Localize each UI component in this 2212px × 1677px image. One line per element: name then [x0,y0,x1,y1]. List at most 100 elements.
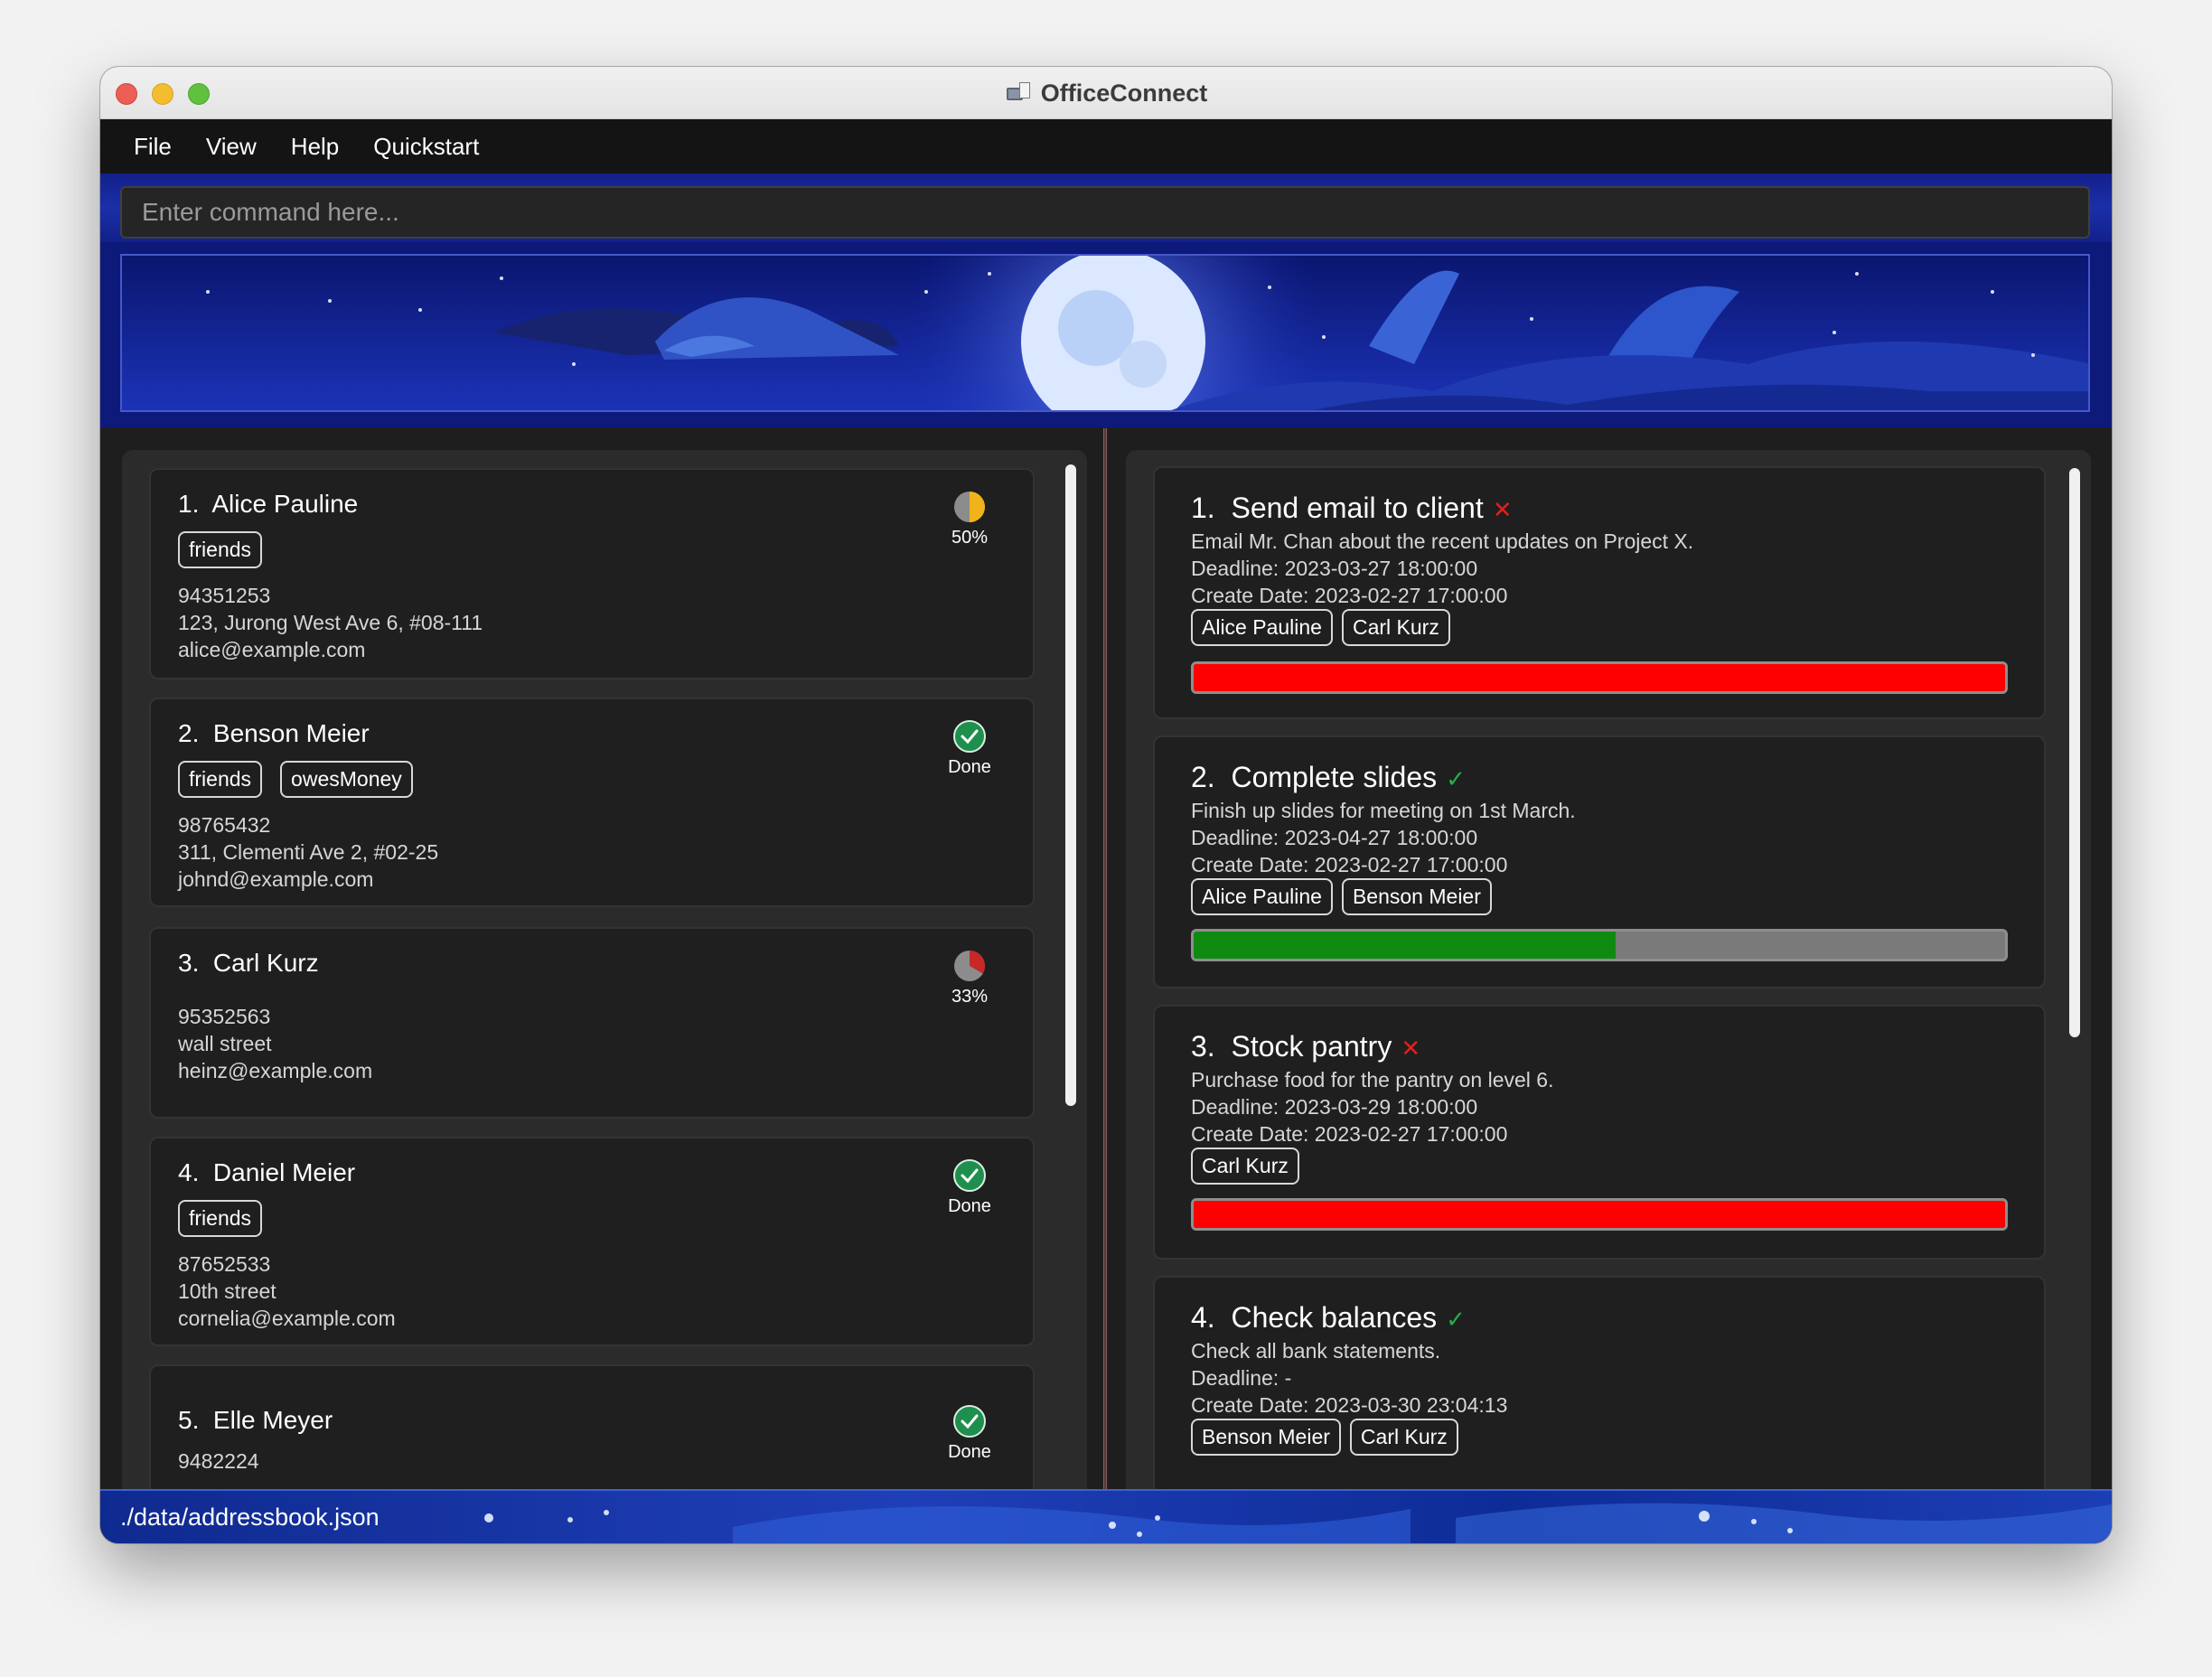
person-details: 94351253 123, Jurong West Ave 6, #08-111… [178,582,483,663]
menu-quickstart[interactable]: Quickstart [373,133,479,161]
status-bar: ./data/addressbook.json [100,1489,2112,1543]
status-label: 50% [951,528,989,548]
person-card[interactable]: 3. Carl Kurz 95352563 wall street heinz@… [149,927,1035,1119]
menu-help[interactable]: Help [291,133,339,161]
task-create-date: Create Date: 2023-02-27 17:00:00 [1191,584,1508,607]
task-title: 2. Complete slides ✓ [1191,761,1466,793]
task-card[interactable]: 1. Send email to client ✕ Email Mr. Chan … [1153,466,2046,719]
person-phone: 98765432 [178,813,271,837]
task-completion-status: Done [933,1404,1006,1463]
person-phone: 95352563 [178,1005,271,1028]
task-card[interactable]: 3. Stock pantry ✕ Purchase food for the p… [1153,1005,2046,1260]
person-card[interactable]: 2. Benson Meier friends owesMoney 987654… [149,698,1035,907]
status-label: Done [948,1442,991,1462]
status-label: Done [948,757,991,777]
person-list-scrollbar[interactable] [1065,464,1076,1106]
status-label: 33% [951,987,989,1007]
menu-file[interactable]: File [134,133,172,161]
person-tags: friends [178,531,263,568]
app-icon [1005,80,1032,106]
command-area [100,173,2112,242]
person-email: heinz@example.com [178,1059,373,1082]
task-list-panel: 1. Send email to client ✕ Email Mr. Chan … [1126,450,2091,1540]
task-list-scrollbar[interactable] [2069,468,2080,1037]
done-check-icon [953,720,986,753]
assignee-tag: Carl Kurz [1341,609,1450,646]
person-name: 3. Carl Kurz [178,949,319,977]
person-address: 311, Clementi Ave 2, #02-25 [178,840,439,864]
person-name: 4. Daniel Meier [178,1158,356,1186]
assignee-tag: Benson Meier [1191,1419,1341,1456]
assignee-tag: Carl Kurz [1191,1148,1299,1185]
task-details: Email Mr. Chan about the recent updates … [1191,528,1693,609]
person-address: wall street [178,1032,272,1055]
person-name: 5. Elle Meyer [178,1406,333,1434]
person-phone: 87652533 [178,1252,271,1276]
task-completion-status: 50% [933,490,1006,548]
task-description: Email Mr. Chan about the recent updates … [1191,529,1694,553]
task-progress-bar [1191,661,2008,694]
tag: friends [178,531,263,568]
person-phone: 9482224 [178,1449,259,1473]
task-details: Finish up slides for meeting on 1st Marc… [1191,797,1576,878]
progress-pie-icon [954,951,985,981]
window-title: OfficeConnect [1040,79,1208,107]
task-create-date: Create Date: 2023-03-30 23:04:13 [1191,1393,1508,1417]
menu-view[interactable]: View [206,133,257,161]
task-title: 1. Send email to client ✕ [1191,492,1513,524]
person-tags: friends [178,1200,263,1237]
task-title: 4. Check balances ✓ [1191,1301,1466,1334]
tag: owesMoney [280,761,413,798]
task-deadline: Deadline: 2023-03-27 18:00:00 [1191,557,1478,580]
task-assignees: Benson Meier Carl Kurz [1191,1419,1458,1456]
person-details: 95352563 wall street heinz@example.com [178,1003,372,1084]
person-email: alice@example.com [178,638,366,661]
not-done-x-icon: ✕ [1492,496,1513,523]
task-progress-fill [1194,1201,2005,1228]
assignee-tag: Alice Pauline [1191,878,1333,915]
done-check-icon [953,1159,986,1192]
task-assignees: Carl Kurz [1191,1148,1299,1185]
person-card[interactable]: 1. Alice Pauline friends 94351253 123, J… [149,468,1035,679]
done-check-icon: ✓ [1446,765,1466,792]
task-assignees: Alice Pauline Benson Meier [1191,878,1492,915]
split-pane-divider[interactable] [1103,428,1107,1543]
task-create-date: Create Date: 2023-02-27 17:00:00 [1191,853,1508,876]
tag: friends [178,1200,263,1237]
task-progress-bar [1191,929,2008,961]
person-email: cornelia@example.com [178,1307,396,1330]
menu-bar: File View Help Quickstart [100,119,2112,173]
task-deadline: Deadline: 2023-03-29 18:00:00 [1191,1095,1478,1119]
task-completion-status: Done [933,719,1006,778]
person-list-panel: 1. Alice Pauline friends 94351253 123, J… [122,450,1087,1540]
task-details: Purchase food for the pantry on level 6.… [1191,1066,1553,1148]
progress-pie-icon [954,492,985,522]
person-tags: friends owesMoney [178,761,413,798]
person-details: 98765432 311, Clementi Ave 2, #02-25 joh… [178,811,438,893]
not-done-x-icon: ✕ [1401,1035,1421,1062]
person-card[interactable]: 4. Daniel Meier friends 87652533 10th st… [149,1137,1035,1346]
task-assignees: Alice Pauline Carl Kurz [1191,609,1450,646]
status-label: Done [948,1196,991,1216]
assignee-tag: Benson Meier [1341,878,1492,915]
save-location-path: ./data/addressbook.json [120,1504,380,1531]
task-progress-fill [1194,664,2005,691]
tag: friends [178,761,263,798]
task-description: Finish up slides for meeting on 1st Marc… [1191,799,1576,822]
person-name: 2. Benson Meier [178,719,370,747]
task-details: Check all bank statements. Deadline: - C… [1191,1337,1507,1419]
person-address: 123, Jurong West Ave 6, #08-111 [178,611,483,634]
command-input[interactable] [120,186,2090,239]
assignee-tag: Alice Pauline [1191,609,1333,646]
task-progress-bar [1191,1198,2008,1231]
task-card[interactable]: 2. Complete slides ✓ Finish up slides for… [1153,735,2046,988]
task-deadline: Deadline: - [1191,1366,1292,1390]
wave-background-image [484,1503,2112,1543]
done-check-icon [953,1405,986,1438]
title-bar: OfficeConnect [100,67,2112,119]
task-progress-fill [1194,932,1616,959]
task-completion-status: 33% [933,949,1006,1007]
done-check-icon: ✓ [1446,1306,1466,1333]
app-window: OfficeConnect File View Help Quickstart [100,67,2112,1543]
task-description: Check all bank statements. [1191,1339,1441,1363]
